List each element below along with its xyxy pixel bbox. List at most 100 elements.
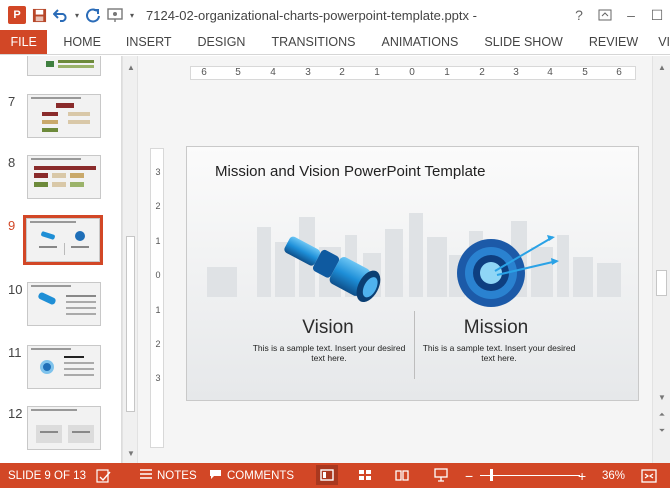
zoom-slider-thumb[interactable] <box>490 469 493 481</box>
next-slide-icon[interactable]: ⏷ <box>654 424 670 438</box>
thumbnail-number: 12 <box>8 406 23 421</box>
present-from-beginning-icon[interactable] <box>104 4 126 26</box>
thumbnail-item[interactable]: 11 <box>0 345 120 405</box>
undo-dropdown-icon[interactable]: ▾ <box>72 4 82 26</box>
tab-view[interactable]: VI <box>654 30 670 54</box>
ruler-tick-label: 0 <box>155 270 161 280</box>
comments-label: COMMENTS <box>227 469 295 482</box>
ruler-tick-label: 3 <box>305 67 311 78</box>
ruler-tick-label: 0 <box>409 67 415 78</box>
notes-button[interactable]: NOTES <box>140 463 197 488</box>
thumbnail-number: 11 <box>8 345 22 360</box>
scroll-up-icon[interactable]: ▲ <box>654 60 670 74</box>
spelling-check-icon[interactable] <box>96 463 112 488</box>
zoom-level[interactable]: 36% <box>602 463 625 488</box>
ruler-tick-label: 1 <box>444 67 450 78</box>
thumbnail-image[interactable] <box>23 215 103 265</box>
zoom-slider-track[interactable] <box>480 475 580 476</box>
scroll-down-icon[interactable]: ▼ <box>654 390 670 404</box>
reading-view-button[interactable] <box>391 465 413 485</box>
thumbnail-item[interactable]: 7 <box>0 94 120 154</box>
thumbnail-number: 7 <box>8 94 16 109</box>
minimize-button[interactable]: – <box>618 2 644 28</box>
tab-file[interactable]: FILE <box>0 30 48 54</box>
thumbnail-item[interactable]: 12 <box>0 406 120 463</box>
thumbnail-number: 10 <box>8 282 23 297</box>
comments-icon <box>209 469 222 483</box>
ruler-tick-label: 6 <box>201 67 207 78</box>
tab-insert[interactable]: INSERT <box>116 30 188 54</box>
ruler-tick-label: 2 <box>155 339 161 349</box>
undo-icon[interactable] <box>50 4 72 26</box>
window-controls: ? – ☐ <box>566 0 670 30</box>
status-bar: SLIDE 9 OF 13 NOTES COMMENTS − + 36% <box>0 463 670 488</box>
tab-transitions[interactable]: TRANSITIONS <box>261 30 371 54</box>
ruler-tick-label: 5 <box>235 67 241 78</box>
thumbnail-slide-6-partial[interactable] <box>0 56 120 78</box>
ribbon-display-options-icon[interactable] <box>592 2 618 28</box>
slide-title[interactable]: Mission and Vision PowerPoint Template <box>215 163 485 180</box>
horizontal-ruler: 6 5 4 3 2 1 0 1 2 3 4 5 6 <box>190 66 636 80</box>
telescope-icon[interactable] <box>275 231 391 313</box>
ruler-tick-label: 3 <box>155 373 161 383</box>
slide-thumbnails-panel: 7 8 9 10 11 12 <box>0 56 122 463</box>
fit-slide-to-window-icon[interactable] <box>641 463 657 488</box>
thumbnail-image[interactable] <box>27 345 101 389</box>
slide-position: SLIDE 9 OF 13 <box>8 469 86 482</box>
normal-view-button[interactable] <box>316 465 338 485</box>
mission-heading[interactable]: Mission <box>421 317 571 339</box>
save-icon[interactable] <box>28 4 50 26</box>
ruler-tick-label: 6 <box>616 67 622 78</box>
ribbon-tabs: FILE HOME INSERT DESIGN TRANSITIONS ANIM… <box>0 30 670 55</box>
zoom-in-button[interactable]: + <box>578 463 586 488</box>
slide-editing-area: 6 5 4 3 2 1 0 1 2 3 4 5 6 3 2 1 0 1 2 3 <box>138 56 652 463</box>
tab-review[interactable]: REVIEW <box>579 30 654 54</box>
vertical-ruler: 3 2 1 0 1 2 3 <box>150 148 164 448</box>
thumbnail-image[interactable] <box>27 155 101 199</box>
quick-access-toolbar: ▾ ▾ <box>28 0 138 30</box>
tab-slide-show[interactable]: SLIDE SHOW <box>474 30 579 54</box>
notes-label: NOTES <box>157 469 197 482</box>
tab-animations[interactable]: ANIMATIONS <box>372 30 475 54</box>
customize-toolbar-icon[interactable]: ▾ <box>126 4 138 26</box>
vision-body-text[interactable]: This is a sample text. Insert your desir… <box>249 343 409 363</box>
slide-show-view-button[interactable] <box>430 465 452 485</box>
thumbnail-item-active[interactable]: 9 <box>0 215 120 278</box>
slide-divider <box>414 311 415 379</box>
thumbnail-item[interactable]: 8 <box>0 155 120 215</box>
editor-vertical-scrollbar[interactable]: ▲ ▼ ⏶ ⏷ <box>652 56 670 463</box>
maximize-button[interactable]: ☐ <box>644 2 670 28</box>
powerpoint-app-icon[interactable]: P <box>6 4 28 26</box>
ruler-tick-label: 1 <box>374 67 380 78</box>
scrollbar-thumb[interactable] <box>126 236 135 412</box>
ruler-tick-label: 2 <box>155 201 161 211</box>
tab-design[interactable]: DESIGN <box>188 30 262 54</box>
title-bar: P ▾ ▾ 7124-02-organizational-charts-powe… <box>0 0 670 30</box>
zoom-out-button[interactable]: − <box>465 463 473 488</box>
ruler-tick-label: 1 <box>155 236 161 246</box>
tab-home[interactable]: HOME <box>47 30 116 54</box>
ruler-tick-label: 1 <box>155 305 161 315</box>
vision-heading[interactable]: Vision <box>253 317 403 339</box>
scrollbar-thumb[interactable] <box>656 270 667 296</box>
thumbnails-scrollbar[interactable]: ▲ ▼ <box>122 56 138 463</box>
ruler-tick-label: 4 <box>547 67 553 78</box>
notes-icon <box>140 469 152 482</box>
ruler-tick-label: 5 <box>582 67 588 78</box>
ruler-tick-label: 2 <box>479 67 485 78</box>
scroll-down-icon[interactable]: ▼ <box>123 446 139 460</box>
slide-sorter-view-button[interactable] <box>354 465 376 485</box>
mission-body-text[interactable]: This is a sample text. Insert your desir… <box>419 343 579 363</box>
thumbnail-item[interactable]: 10 <box>0 282 120 342</box>
thumbnail-image[interactable] <box>27 56 101 76</box>
previous-slide-icon[interactable]: ⏶ <box>654 408 670 422</box>
thumbnail-image[interactable] <box>27 94 101 138</box>
target-icon[interactable] <box>455 231 575 311</box>
scroll-up-icon[interactable]: ▲ <box>123 60 139 74</box>
comments-button[interactable]: COMMENTS <box>209 463 294 488</box>
thumbnail-image[interactable] <box>27 406 101 450</box>
slide-canvas[interactable]: Mission and Vision PowerPoint Template V… <box>186 146 639 401</box>
redo-icon[interactable] <box>82 4 104 26</box>
thumbnail-image[interactable] <box>27 282 101 326</box>
help-button[interactable]: ? <box>566 2 592 28</box>
